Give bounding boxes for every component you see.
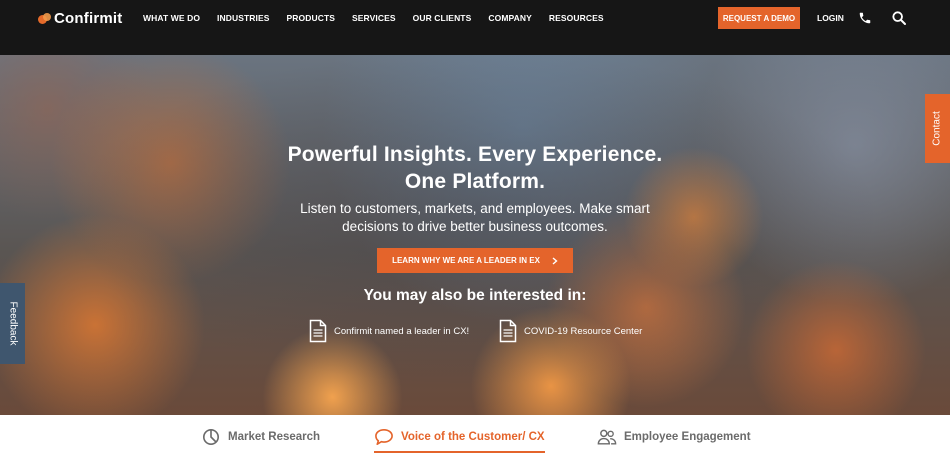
tab-voice-of-customer[interactable]: Voice of the Customer/ CX <box>374 428 545 453</box>
menu-item-industries[interactable]: INDUSTRIES <box>217 13 269 23</box>
contact-tab[interactable]: Contact <box>925 94 950 163</box>
feedback-tab[interactable]: Feedback <box>0 283 25 364</box>
confirmit-logo[interactable]: Confirmit <box>38 9 122 27</box>
request-demo-button[interactable]: REQUEST A DEMO <box>718 7 800 29</box>
resource-link-label: COVID-19 Resource Center <box>524 325 643 337</box>
solution-tabs: Market Research Voice of the Customer/ C… <box>0 415 950 470</box>
tab-label: Voice of the Customer/ CX <box>401 431 545 443</box>
hero-headline-line2: One Platform. <box>404 170 546 193</box>
tab-market-research[interactable]: Market Research <box>201 428 320 451</box>
menu-item-services[interactable]: SERVICES <box>352 13 396 23</box>
hero-headline: Powerful Insights. Every Experience. One… <box>0 141 950 195</box>
chevron-right-icon <box>552 256 558 265</box>
contact-tab-label: Contact <box>932 111 943 146</box>
tab-label: Employee Engagement <box>624 431 751 443</box>
pie-chart-icon <box>202 428 220 446</box>
document-icon <box>499 319 517 343</box>
interested-heading: You may also be interested in: <box>363 287 587 304</box>
document-icon <box>309 319 327 343</box>
tab-employee-engagement[interactable]: Employee Engagement <box>597 428 751 451</box>
top-nav: Confirmit WHAT WE DO INDUSTRIES PRODUCTS… <box>0 0 950 55</box>
feedback-tab-label: Feedback <box>7 301 19 346</box>
resource-link-leader-cx[interactable]: Confirmit named a leader in CX! <box>309 319 469 343</box>
hero-subtext-line2: decisions to drive better business outco… <box>342 219 608 234</box>
resource-link-covid[interactable]: COVID-19 Resource Center <box>499 319 642 343</box>
hero-section: Powerful Insights. Every Experience. One… <box>0 55 950 415</box>
logo-text: Confirmit <box>54 9 123 27</box>
logo-mark-icon <box>38 12 51 24</box>
menu-item-our-clients[interactable]: OUR CLIENTS <box>413 13 472 23</box>
search-icon[interactable] <box>891 10 907 26</box>
leader-in-ex-button-label: LEARN WHY WE ARE A LEADER IN EX <box>392 256 540 265</box>
hero-subtext-line1: Listen to customers, markets, and employ… <box>300 201 650 216</box>
phone-icon[interactable] <box>858 11 872 25</box>
menu-item-resources[interactable]: RESOURCES <box>549 13 604 23</box>
login-link[interactable]: LOGIN <box>817 13 844 23</box>
hero-headline-line1: Powerful Insights. Every Experience. <box>287 143 663 166</box>
menu-item-products[interactable]: PRODUCTS <box>287 13 336 23</box>
people-icon <box>597 429 617 445</box>
menu-item-company[interactable]: COMPANY <box>488 13 532 23</box>
hero-subtext: Listen to customers, markets, and employ… <box>0 200 950 236</box>
menu-item-what-we-do[interactable]: WHAT WE DO <box>143 13 200 23</box>
tab-label: Market Research <box>228 431 321 443</box>
resource-link-label: Confirmit named a leader in CX! <box>334 325 470 337</box>
leader-in-ex-button[interactable]: LEARN WHY WE ARE A LEADER IN EX <box>377 248 573 273</box>
main-menu: WHAT WE DO INDUSTRIES PRODUCTS SERVICES … <box>143 13 621 23</box>
speech-bubble-icon <box>375 428 393 446</box>
